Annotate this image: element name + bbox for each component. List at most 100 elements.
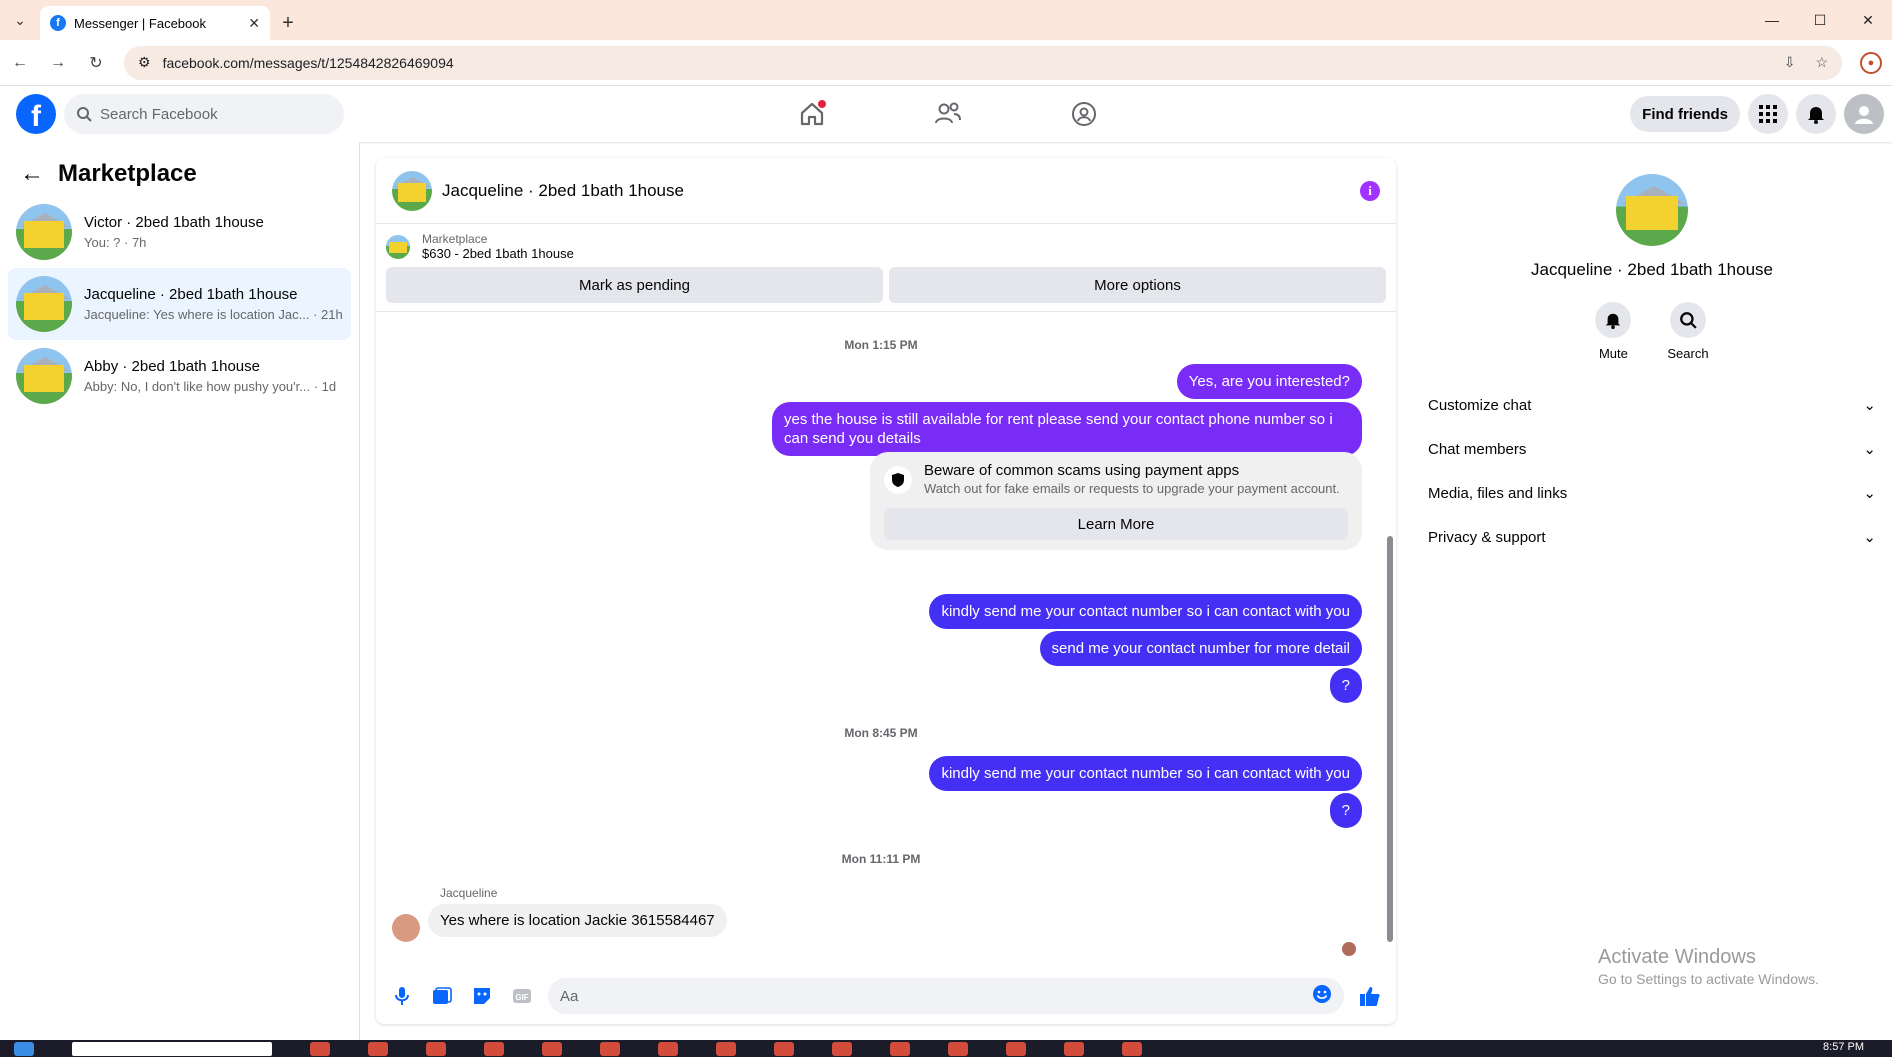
- taskbar-app-icon[interactable]: [890, 1041, 910, 1056]
- outgoing-message[interactable]: yes the house is still available for ren…: [772, 402, 1362, 456]
- start-icon[interactable]: [14, 1041, 34, 1056]
- media-files-links-section[interactable]: Media, files and links ⌄: [1412, 471, 1892, 515]
- scam-warning-card: Beware of common scams using payment app…: [870, 452, 1362, 550]
- taskbar-clock[interactable]: 8:57 PM: [1823, 1041, 1864, 1053]
- outgoing-message[interactable]: ?: [1329, 668, 1362, 703]
- outgoing-message[interactable]: kindly send me your contact number so i …: [929, 594, 1362, 629]
- maximize-icon[interactable]: ☐: [1796, 0, 1844, 40]
- sender-avatar[interactable]: [392, 914, 420, 942]
- close-window-icon[interactable]: ✕: [1844, 0, 1892, 40]
- details-avatar[interactable]: [1616, 174, 1688, 246]
- taskbar-app-icon[interactable]: [716, 1041, 736, 1056]
- outgoing-message[interactable]: send me your contact number for more det…: [1039, 631, 1362, 666]
- taskbar-app-icon[interactable]: [542, 1041, 562, 1056]
- forward-icon[interactable]: →: [48, 54, 68, 72]
- conversation-abby[interactable]: Abby · 2bed 1bath 1house Abby: No, I don…: [8, 340, 351, 412]
- taskbar-app-icon[interactable]: [658, 1041, 678, 1056]
- mute-label: Mute: [1598, 346, 1628, 361]
- privacy-support-section[interactable]: Privacy & support ⌄: [1412, 515, 1892, 559]
- message-input[interactable]: Aa: [548, 978, 1344, 1014]
- conversation-name: Victor · 2bed 1bath 1house: [84, 214, 264, 231]
- install-app-icon[interactable]: ⇩: [1784, 54, 1796, 71]
- address-bar-row: ← → ↻ ⚙ facebook.com/messages/t/12548428…: [0, 40, 1892, 86]
- taskbar-app-icon[interactable]: [484, 1041, 504, 1056]
- customize-chat-section[interactable]: Customize chat ⌄: [1412, 383, 1892, 427]
- chat-members-section[interactable]: Chat members ⌄: [1412, 427, 1892, 471]
- taskbar-app-icon[interactable]: [1064, 1041, 1084, 1056]
- notification-dot: [818, 100, 826, 108]
- home-nav-button[interactable]: [790, 92, 834, 136]
- conversation-victor[interactable]: Victor · 2bed 1bath 1house You: ? · 7h: [8, 196, 351, 268]
- chat-avatar[interactable]: [392, 170, 432, 211]
- activate-windows-watermark: Activate Windows Go to Settings to activ…: [1598, 946, 1819, 987]
- close-tab-icon[interactable]: ✕: [248, 15, 260, 32]
- conversation-jacqueline[interactable]: Jacqueline · 2bed 1bath 1house Jacquelin…: [8, 268, 351, 340]
- taskbar-app-icon[interactable]: [832, 1041, 852, 1056]
- new-tab-button[interactable]: +: [270, 6, 306, 40]
- taskbar-search[interactable]: [72, 1041, 272, 1056]
- friends-nav-button[interactable]: [926, 92, 970, 136]
- bookmark-star-icon[interactable]: ☆: [1815, 54, 1828, 71]
- outgoing-message[interactable]: kindly send me your contact number so i …: [929, 756, 1362, 791]
- message-scrollbar[interactable]: [1386, 322, 1394, 962]
- facebook-logo-icon[interactable]: f: [16, 94, 56, 134]
- find-friends-button[interactable]: Find friends: [1630, 96, 1740, 132]
- house-avatar: [16, 276, 72, 332]
- account-avatar[interactable]: [1844, 94, 1884, 134]
- listing-title[interactable]: $630 - 2bed 1bath 1house: [422, 246, 574, 261]
- taskbar-app-icon[interactable]: [1006, 1041, 1026, 1056]
- taskbar-app-icon[interactable]: [426, 1041, 446, 1056]
- thumbs-up-icon: [1360, 987, 1380, 1006]
- groups-icon: [1072, 102, 1096, 126]
- reload-icon[interactable]: ↻: [86, 53, 106, 73]
- house-avatar: [16, 348, 72, 404]
- incoming-message[interactable]: Yes where is location Jackie 3615584467: [428, 904, 727, 937]
- back-icon[interactable]: ←: [10, 54, 30, 72]
- conversation-preview: Jacqueline: Yes where is location Jac...…: [84, 307, 343, 322]
- taskbar-app-icon[interactable]: [600, 1041, 620, 1056]
- voice-clip-button[interactable]: [388, 982, 416, 1010]
- scam-warning-title: Beware of common scams using payment app…: [924, 462, 1240, 479]
- browser-profile-icon[interactable]: ●: [1860, 51, 1882, 74]
- url-bar[interactable]: ⚙ facebook.com/messages/t/12548428264690…: [124, 45, 1842, 80]
- listing-thumbnail[interactable]: [386, 234, 410, 259]
- chat-title[interactable]: Jacqueline · 2bed 1bath 1house: [442, 181, 1350, 201]
- taskbar-app-icon[interactable]: [1122, 1041, 1142, 1056]
- taskbar-app-icon[interactable]: [310, 1041, 330, 1056]
- scrollbar-thumb[interactable]: [1387, 536, 1393, 942]
- back-arrow-icon[interactable]: ←: [20, 160, 44, 188]
- learn-more-button[interactable]: Learn More: [884, 508, 1348, 540]
- taskbar-app-icon[interactable]: [774, 1041, 794, 1056]
- outgoing-message[interactable]: Yes, are you interested?: [1176, 364, 1362, 399]
- outgoing-message[interactable]: ?: [1329, 793, 1362, 828]
- details-sections: Customize chat ⌄ Chat members ⌄ Media, fil…: [1412, 383, 1892, 559]
- emoji-icon[interactable]: [1312, 984, 1332, 1008]
- attach-photo-button[interactable]: [428, 982, 456, 1010]
- chevron-down-icon: ⌄: [1863, 485, 1876, 502]
- browser-tab-messenger[interactable]: f Messenger | Facebook ✕: [40, 6, 270, 40]
- section-label: Chat members: [1428, 440, 1527, 458]
- timestamp: Mon 8:45 PM: [844, 726, 918, 740]
- conversation-preview: Abby: No, I don't like how pushy you'r..…: [84, 379, 337, 394]
- search-facebook-input[interactable]: Search Facebook: [64, 94, 344, 134]
- gif-button[interactable]: GIF: [508, 982, 536, 1010]
- more-options-button[interactable]: More options: [889, 267, 1386, 303]
- windows-taskbar: 8:57 PM: [0, 1040, 1892, 1057]
- mark-as-pending-button[interactable]: Mark as pending: [386, 267, 883, 303]
- info-icon[interactable]: i: [1360, 180, 1380, 201]
- groups-nav-button[interactable]: [1062, 92, 1106, 136]
- taskbar-app-icon[interactable]: [368, 1041, 388, 1056]
- timestamp: Mon 1:15 PM: [844, 338, 918, 352]
- tab-search-dropdown-icon[interactable]: ⌄: [0, 0, 40, 40]
- site-info-icon[interactable]: ⚙: [138, 54, 151, 71]
- menu-grid-button[interactable]: [1748, 94, 1788, 134]
- sticker-button[interactable]: [468, 982, 496, 1010]
- minimize-icon[interactable]: —: [1748, 0, 1796, 40]
- notifications-button[interactable]: [1796, 94, 1836, 134]
- mute-button[interactable]: Mute: [1595, 302, 1632, 361]
- chevron-down-icon: ⌄: [1863, 397, 1876, 414]
- taskbar-app-icon[interactable]: [948, 1041, 968, 1056]
- thumbs-up-button[interactable]: [1356, 982, 1384, 1010]
- search-in-chat-button[interactable]: Search: [1667, 302, 1709, 361]
- chevron-down-icon: ⌄: [1863, 529, 1876, 546]
